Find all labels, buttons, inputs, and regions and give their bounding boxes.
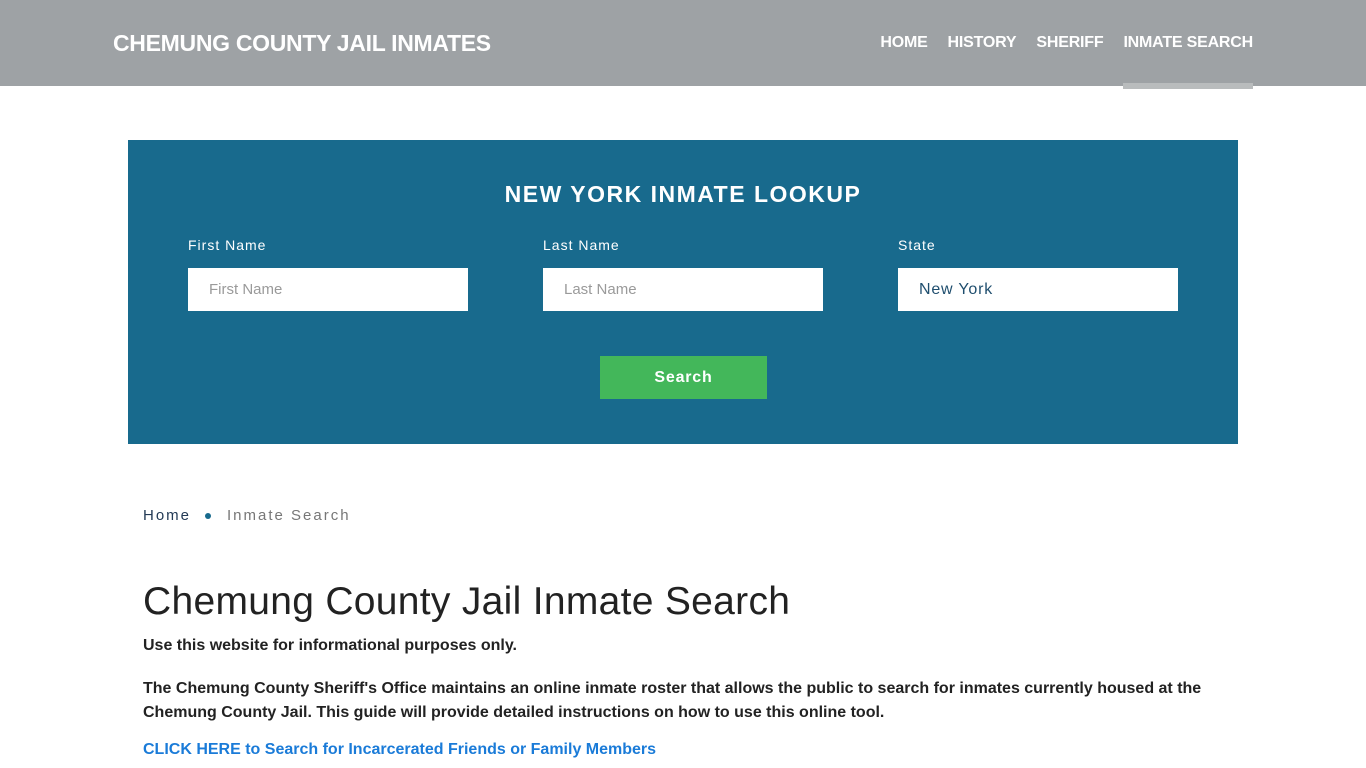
breadcrumb-home[interactable]: Home: [143, 507, 191, 524]
nav-sheriff[interactable]: SHERIFF: [1036, 0, 1103, 86]
first-name-label: First Name: [188, 237, 267, 253]
main-nav: HOME HISTORY SHERIFF INMATE SEARCH: [860, 0, 1253, 89]
breadcrumb-current: Inmate Search: [227, 507, 351, 524]
nav-home[interactable]: HOME: [880, 0, 927, 86]
site-logo-link[interactable]: CHEMUNG COUNTY JAIL INMATES: [113, 30, 491, 57]
lookup-title: NEW YORK INMATE LOOKUP: [504, 181, 862, 207]
nav-history[interactable]: HISTORY: [948, 0, 1017, 86]
first-name-input[interactable]: [188, 268, 468, 311]
site-header: CHEMUNG COUNTY JAIL INMATES HOME HISTORY…: [0, 0, 1366, 89]
nav-inmate-search[interactable]: INMATE SEARCH: [1123, 0, 1253, 89]
state-select[interactable]: New York: [898, 268, 1178, 311]
last-name-input[interactable]: [543, 268, 823, 311]
search-cta-link[interactable]: CLICK HERE to Search for Incarcerated Fr…: [143, 741, 656, 759]
breadcrumb: Home Inmate Search: [143, 507, 351, 524]
last-name-label: Last Name: [543, 237, 620, 253]
search-button[interactable]: Search: [600, 356, 767, 399]
description-text: The Chemung County Sheriff's Office main…: [143, 680, 1202, 721]
intro-text: Use this website for informational purpo…: [143, 637, 517, 654]
breadcrumb-separator-dot-icon: [205, 512, 212, 519]
state-label: State: [898, 237, 936, 253]
page-title: Chemung County Jail Inmate Search: [143, 580, 791, 623]
